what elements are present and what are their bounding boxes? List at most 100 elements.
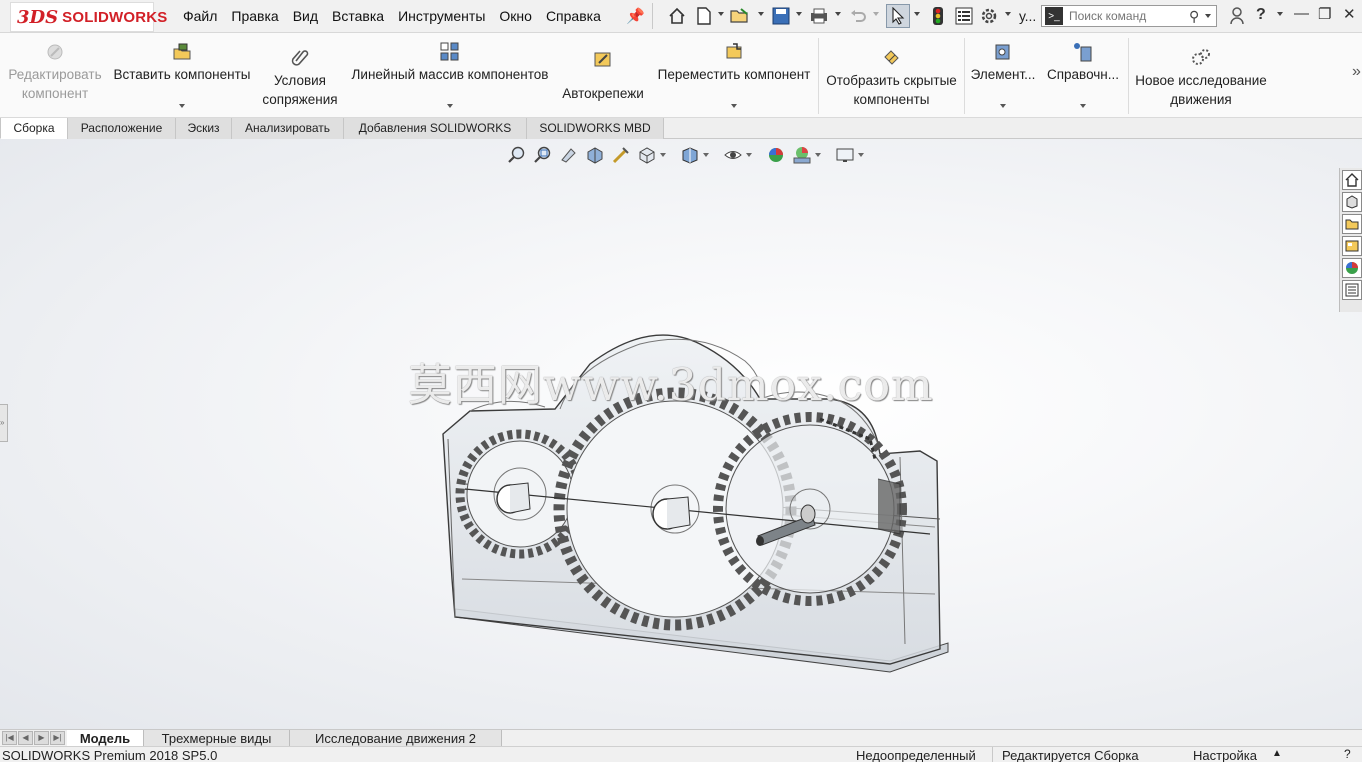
close-icon[interactable]: ✕ (1343, 5, 1356, 23)
linear-pattern-label: Линейный массив компонентов (351, 67, 549, 82)
pin-icon[interactable]: 📌 (626, 7, 645, 25)
product-version: SOLIDWORKS Premium 2018 SP5.0 (2, 748, 218, 762)
status-bar: SOLIDWORKS Premium 2018 SP5.0 Недоопреде… (0, 746, 1362, 762)
new-motion-study-label: Новое исследование движения (1135, 73, 1267, 107)
chevron-down-icon[interactable] (835, 12, 841, 16)
menu-view[interactable]: Вид (293, 8, 318, 24)
gearbox-assembly-model[interactable] (0, 139, 1362, 729)
tab-layout[interactable]: Расположение (67, 118, 176, 139)
prev-tab-arrow-icon[interactable]: ◀ (18, 731, 33, 745)
mate-label: Условия сопряжения (262, 73, 338, 107)
show-hidden-components-button[interactable]: Отобразить скрытые компоненты (821, 33, 962, 118)
custom-properties-icon[interactable] (1342, 280, 1362, 300)
tab-solidworks-addins[interactable]: Добавления SOLIDWORKS (343, 118, 527, 139)
graphics-area[interactable]: ◧ ◨ — ❐ ✕ » (0, 139, 1362, 729)
menu-tools[interactable]: Инструменты (398, 8, 485, 24)
options-gear-icon[interactable] (979, 6, 999, 26)
edit-component-button: Редактировать компонент (2, 33, 108, 118)
chevron-down-icon[interactable] (1005, 12, 1011, 16)
menu-file[interactable]: Файл (183, 8, 217, 24)
chevron-down-icon[interactable] (1277, 12, 1283, 16)
definition-status: Недоопределенный (856, 748, 976, 762)
customize-menu[interactable]: Настройка (1193, 747, 1257, 762)
tab-assembly[interactable]: Сборка (0, 118, 68, 139)
reference-geometry-button[interactable]: Справочн... (1042, 33, 1124, 118)
insert-components-icon (171, 41, 193, 63)
tab-solidworks-mbd[interactable]: SOLIDWORKS MBD (526, 118, 664, 139)
bottom-tabs: |◀ ◀ ▶ ▶| Модель Трехмерные виды Исследо… (0, 729, 1362, 747)
rebuild-icon[interactable] (928, 6, 948, 26)
reference-geometry-label: Справочн... (1046, 67, 1120, 82)
chevron-down-icon[interactable] (1205, 14, 1212, 18)
tab-sketch[interactable]: Эскиз (175, 118, 232, 139)
smart-fasteners-button[interactable]: Автокрепежи (557, 33, 649, 118)
insert-components-button[interactable]: Вставить компоненты (110, 33, 254, 118)
menu-edit[interactable]: Правка (231, 8, 278, 24)
command-prompt-icon[interactable]: >_ (1045, 7, 1063, 25)
shaft-left (496, 482, 531, 514)
restore-icon[interactable]: ❐ (1318, 5, 1331, 23)
next-tab-arrow-icon[interactable]: ▶ (34, 731, 49, 745)
move-component-button[interactable]: Переместить компонент (652, 33, 816, 118)
file-explorer-icon[interactable] (1342, 214, 1362, 234)
view-palette-icon[interactable] (1342, 236, 1362, 256)
file-properties-icon[interactable] (954, 6, 974, 26)
editing-status: Редактируется Сборка (1002, 748, 1139, 762)
chevron-down-icon[interactable] (796, 12, 802, 16)
separator (964, 38, 965, 114)
open-folder-icon[interactable] (730, 6, 750, 26)
chevron-down-icon[interactable] (1080, 104, 1086, 108)
chevron-down-icon (873, 12, 879, 16)
solidworks-logo[interactable]: 3DS SOLIDWORKS (10, 2, 167, 32)
command-tabs: Сборка Расположение Эскиз Анализировать … (0, 118, 1362, 139)
save-icon[interactable] (771, 6, 791, 26)
edit-component-label: Редактировать компонент (8, 67, 102, 101)
tab-motion-study-2[interactable]: Исследование движения 2 (290, 730, 502, 747)
new-document-icon[interactable] (694, 6, 714, 26)
design-library-icon[interactable] (1342, 192, 1362, 212)
last-tab-arrow-icon[interactable]: ▶| (50, 731, 65, 745)
reference-geometry-icon (1072, 41, 1094, 63)
menu-insert[interactable]: Вставка (332, 8, 384, 24)
assembly-features-button[interactable]: Элемент... (966, 33, 1040, 118)
minimize-icon[interactable]: — (1294, 5, 1309, 22)
show-hidden-icon (881, 47, 903, 69)
first-tab-arrow-icon[interactable]: |◀ (2, 731, 17, 745)
search-icon[interactable]: ⚲ (1189, 8, 1199, 25)
shaft-center (652, 496, 691, 530)
tab-model[interactable]: Модель (67, 730, 144, 747)
chevron-down-icon[interactable] (1000, 104, 1006, 108)
solidworks-resources-icon[interactable] (1342, 170, 1362, 190)
linear-pattern-icon (439, 41, 461, 63)
home-icon[interactable] (667, 6, 687, 26)
help-icon[interactable]: ? (1256, 6, 1266, 24)
quick-access-overflow[interactable]: у... (1019, 8, 1036, 24)
chevron-down-icon[interactable] (718, 12, 724, 16)
paperclip-icon (289, 47, 311, 69)
chevron-up-icon[interactable]: ▲ (1272, 745, 1282, 762)
linear-pattern-button[interactable]: Линейный массив компонентов (346, 33, 554, 118)
chevron-down-icon[interactable] (447, 104, 453, 108)
select-cursor-icon[interactable] (886, 4, 910, 28)
print-icon[interactable] (809, 6, 829, 26)
user-icon[interactable] (1227, 6, 1247, 26)
tab-evaluate[interactable]: Анализировать (231, 118, 344, 139)
appearances-icon[interactable] (1342, 258, 1362, 278)
undo-icon (848, 6, 868, 26)
show-hidden-label: Отобразить скрытые компоненты (826, 73, 957, 107)
chevron-down-icon[interactable] (758, 12, 764, 16)
smart-fasteners-label: Автокрепежи (562, 86, 644, 101)
menu-help[interactable]: Справка (546, 8, 601, 24)
search-input[interactable] (1069, 9, 1187, 23)
tab-3d-views[interactable]: Трехмерные виды (144, 730, 290, 747)
menu-window[interactable]: Окно (499, 8, 532, 24)
mate-button[interactable]: Условия сопряжения (256, 33, 344, 118)
move-component-icon (723, 41, 745, 63)
ds-logo-mark: 3DS (17, 6, 59, 28)
help-tips-icon[interactable]: ? (1344, 745, 1351, 762)
chevron-down-icon[interactable] (179, 104, 185, 108)
chevron-down-icon[interactable] (914, 12, 920, 16)
more-commands[interactable]: » (1352, 63, 1361, 81)
new-motion-study-button[interactable]: Новое исследование движения (1130, 33, 1272, 118)
chevron-down-icon[interactable] (731, 104, 737, 108)
